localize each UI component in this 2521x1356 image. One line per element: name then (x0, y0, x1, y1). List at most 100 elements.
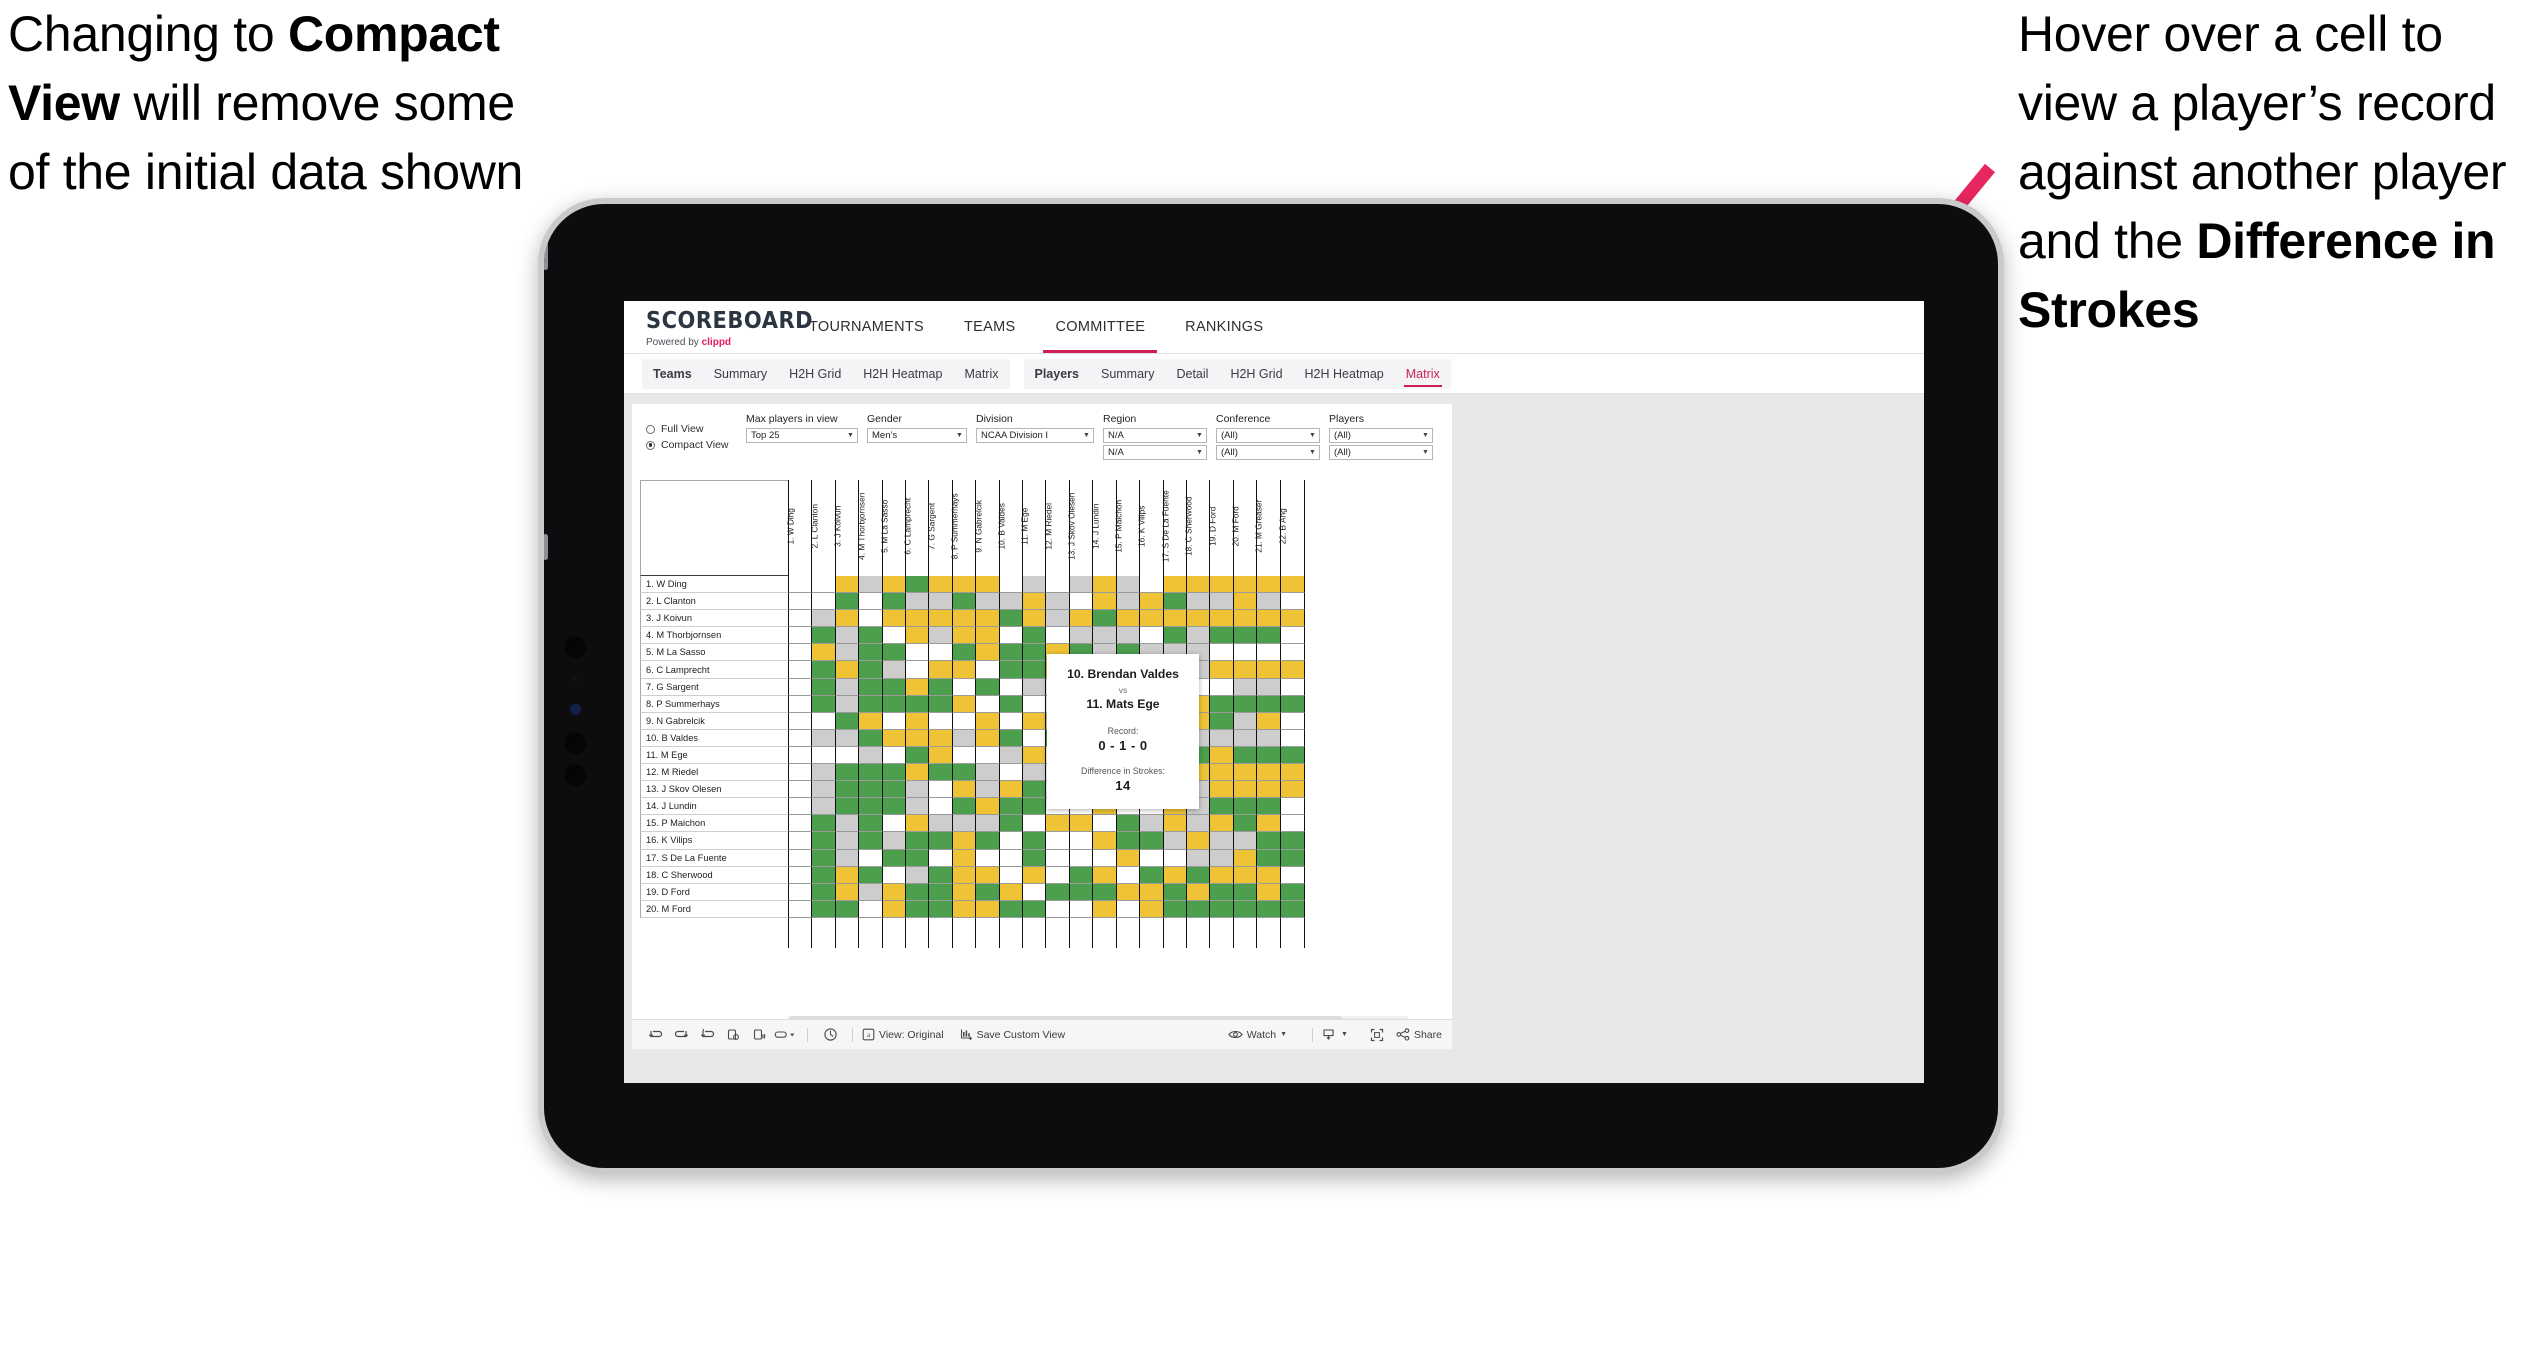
topnav-item-committee[interactable]: COMMITTEE (1035, 301, 1165, 353)
matrix-cell[interactable] (811, 815, 837, 833)
matrix-cell[interactable] (998, 764, 1024, 782)
matrix-cell[interactable] (1045, 815, 1071, 833)
matrix-cell[interactable] (975, 815, 1001, 833)
matrix-cell[interactable] (905, 866, 931, 884)
matrix-cell[interactable] (788, 900, 813, 918)
matrix-cell[interactable] (1045, 610, 1071, 628)
matrix-cell[interactable] (1115, 883, 1141, 901)
matrix-cell[interactable] (881, 576, 907, 594)
matrix-cell[interactable] (788, 815, 813, 833)
matrix-cell[interactable] (975, 610, 1001, 628)
matrix-cell[interactable] (834, 610, 860, 628)
matrix-cell[interactable] (834, 764, 860, 782)
matrix-cell[interactable] (928, 815, 954, 833)
matrix-cell[interactable] (1115, 866, 1141, 884)
help-clock-icon[interactable] (817, 1027, 843, 1042)
matrix-cell[interactable] (1022, 627, 1048, 645)
matrix-cell[interactable] (905, 610, 931, 628)
matrix-cell[interactable] (1232, 712, 1258, 730)
matrix-cell[interactable] (1209, 746, 1235, 765)
matrix-cell[interactable] (975, 849, 1001, 867)
matrix-row-label[interactable]: 2. L Clanton (640, 593, 788, 611)
matrix-cell[interactable] (881, 866, 907, 884)
subtab-teams-summary[interactable]: Summary (703, 359, 778, 389)
matrix-cell[interactable] (975, 576, 1001, 594)
matrix-cell[interactable] (834, 781, 860, 799)
matrix-cell[interactable] (998, 644, 1024, 662)
matrix-cell[interactable] (1045, 849, 1071, 867)
matrix-cell[interactable] (811, 610, 837, 628)
matrix-cell[interactable] (1209, 695, 1235, 713)
matrix-cell[interactable] (788, 849, 813, 867)
matrix-cell[interactable] (998, 866, 1024, 884)
matrix-cell[interactable] (1092, 593, 1118, 611)
matrix-cell[interactable] (834, 815, 860, 833)
matrix-cell[interactable] (881, 661, 907, 679)
matrix-cell[interactable] (788, 832, 813, 850)
matrix-cell[interactable] (1022, 610, 1048, 628)
matrix-cell[interactable] (1162, 849, 1188, 867)
matrix-cell[interactable] (1115, 832, 1141, 850)
matrix-cell[interactable] (1162, 610, 1188, 628)
matrix-cell[interactable] (1279, 746, 1305, 765)
matrix-cell[interactable] (811, 678, 837, 696)
matrix-cell[interactable] (1092, 627, 1118, 645)
matrix-cell[interactable] (1162, 627, 1188, 645)
matrix-cell[interactable] (1256, 576, 1282, 594)
matrix-cell[interactable] (1115, 627, 1141, 645)
matrix-cell[interactable] (1279, 883, 1305, 901)
matrix-cell[interactable] (811, 661, 837, 679)
matrix-cell[interactable] (1162, 900, 1188, 918)
matrix-cell[interactable] (1068, 593, 1094, 611)
matrix-cell[interactable] (1092, 832, 1118, 850)
matrix-cell[interactable] (905, 593, 931, 611)
matrix-cell[interactable] (975, 695, 1001, 713)
matrix-cell[interactable] (1185, 900, 1211, 918)
matrix-cell[interactable] (858, 678, 884, 696)
matrix-cell[interactable] (1068, 900, 1094, 918)
matrix-cell[interactable] (858, 627, 884, 645)
matrix-cell[interactable] (998, 627, 1024, 645)
matrix-cell[interactable] (858, 866, 884, 884)
matrix-cell[interactable] (811, 695, 837, 713)
matrix-cell[interactable] (1209, 729, 1235, 747)
matrix-cell[interactable] (975, 883, 1001, 901)
topnav-item-tournaments[interactable]: TOURNAMENTS (789, 301, 944, 353)
matrix-cell[interactable] (998, 695, 1024, 713)
matrix-cell[interactable] (1022, 764, 1048, 782)
matrix-cell[interactable] (998, 678, 1024, 696)
matrix-cell[interactable] (858, 729, 884, 747)
matrix-cell[interactable] (1162, 593, 1188, 611)
matrix-cell[interactable] (811, 746, 837, 765)
matrix-cell[interactable] (905, 764, 931, 782)
matrix-cell[interactable] (881, 781, 907, 799)
matrix-cell[interactable] (975, 712, 1001, 730)
matrix-cell[interactable] (1232, 798, 1258, 816)
matrix-cell[interactable] (951, 678, 977, 696)
matrix-cell[interactable] (1022, 781, 1048, 799)
refresh-icon[interactable] (720, 1028, 746, 1042)
matrix-cell[interactable] (1232, 644, 1258, 662)
matrix-cell[interactable] (975, 746, 1001, 765)
matrix-cell[interactable] (788, 644, 813, 662)
matrix-cell[interactable] (975, 781, 1001, 799)
matrix-cell[interactable] (1279, 815, 1305, 833)
matrix-cell[interactable] (951, 661, 977, 679)
matrix-cell[interactable] (1209, 883, 1235, 901)
matrix-cell[interactable] (881, 746, 907, 765)
matrix-cell[interactable] (858, 883, 884, 901)
matrix-cell[interactable] (1232, 832, 1258, 850)
matrix-cell[interactable] (951, 610, 977, 628)
matrix-cell[interactable] (1022, 729, 1048, 747)
matrix-cell[interactable] (1232, 661, 1258, 679)
matrix-cell[interactable] (788, 661, 813, 679)
redo-icon[interactable] (668, 1028, 694, 1041)
matrix-cell[interactable] (905, 712, 931, 730)
matrix-cell[interactable] (1279, 832, 1305, 850)
matrix-cell[interactable] (975, 832, 1001, 850)
matrix-cell[interactable] (1232, 627, 1258, 645)
volume-up-button[interactable] (564, 732, 586, 754)
matrix-cell[interactable] (998, 712, 1024, 730)
matrix-row-label[interactable]: 8. P Summerhays (640, 695, 788, 713)
matrix-cell[interactable] (975, 866, 1001, 884)
